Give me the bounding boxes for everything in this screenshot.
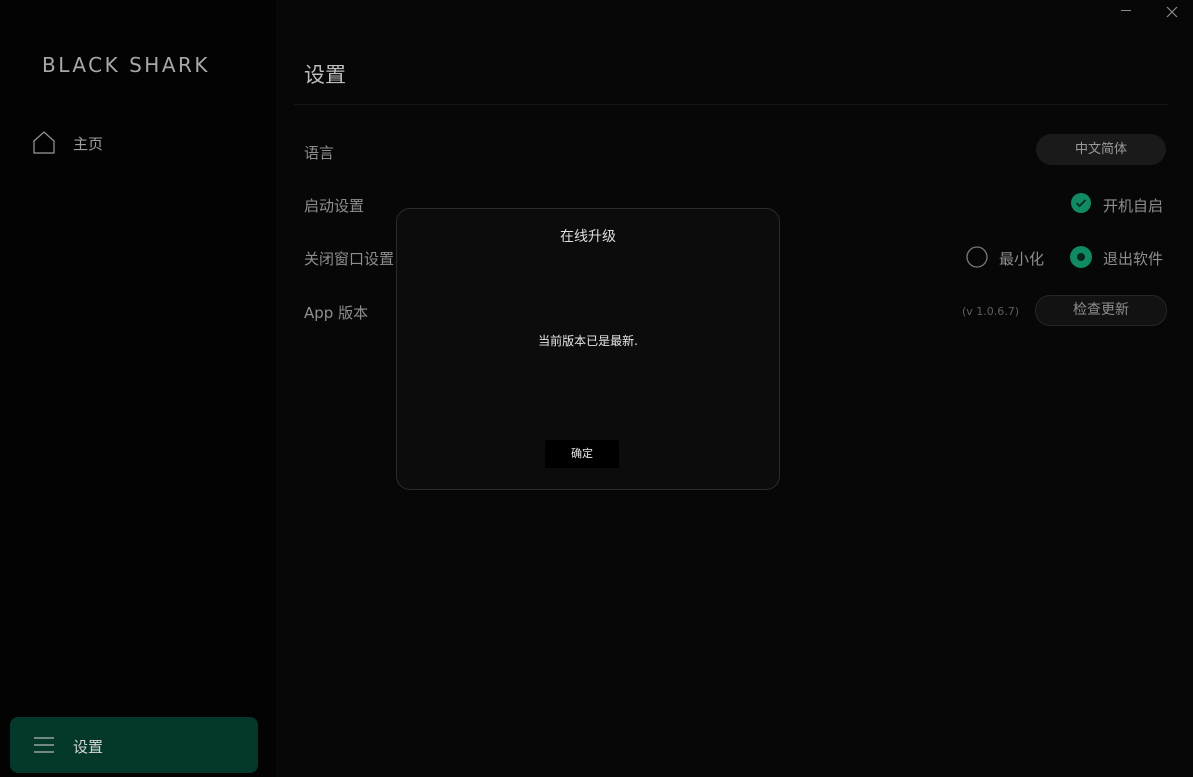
sidebar-item-home[interactable]: 主页	[30, 128, 260, 158]
menu-icon	[34, 737, 54, 753]
page-title: 设置	[304, 63, 346, 87]
app-version-label: App 版本	[304, 304, 369, 322]
sidebar-item-home-label: 主页	[73, 134, 104, 153]
close-button[interactable]	[1166, 6, 1178, 18]
exit-option-label: 退出软件	[1103, 250, 1164, 268]
confirm-button[interactable]: 确定	[545, 440, 619, 468]
autostart-label: 开机自启	[1103, 197, 1164, 215]
sidebar-item-settings-label: 设置	[73, 738, 104, 756]
startup-label: 启动设置	[304, 197, 365, 215]
minimize-option-label: 最小化	[999, 250, 1045, 268]
update-dialog: 在线升级 当前版本已是最新. 确定	[396, 208, 780, 490]
minimize-button[interactable]	[1119, 0, 1133, 22]
minimize-radio[interactable]	[966, 246, 988, 268]
exit-radio[interactable]	[1070, 246, 1092, 268]
version-number: (v 1.0.6.7)	[962, 305, 1020, 318]
close-icon	[1166, 6, 1178, 18]
brand-logo: BLACK SHARK	[42, 53, 211, 77]
sidebar-item-settings[interactable]: 设置	[10, 717, 258, 773]
language-label: 语言	[304, 144, 335, 162]
dialog-message: 当前版本已是最新.	[538, 334, 638, 348]
divider	[294, 104, 1168, 105]
check-update-button[interactable]: 检查更新	[1035, 295, 1167, 326]
close-window-label: 关闭窗口设置	[304, 250, 395, 268]
language-select[interactable]: 中文简体	[1036, 134, 1166, 165]
dialog-title: 在线升级	[560, 229, 616, 245]
home-icon	[33, 131, 55, 154]
sidebar: BLACK SHARK 主页 设置	[0, 0, 276, 777]
autostart-checkbox[interactable]	[1071, 193, 1091, 213]
